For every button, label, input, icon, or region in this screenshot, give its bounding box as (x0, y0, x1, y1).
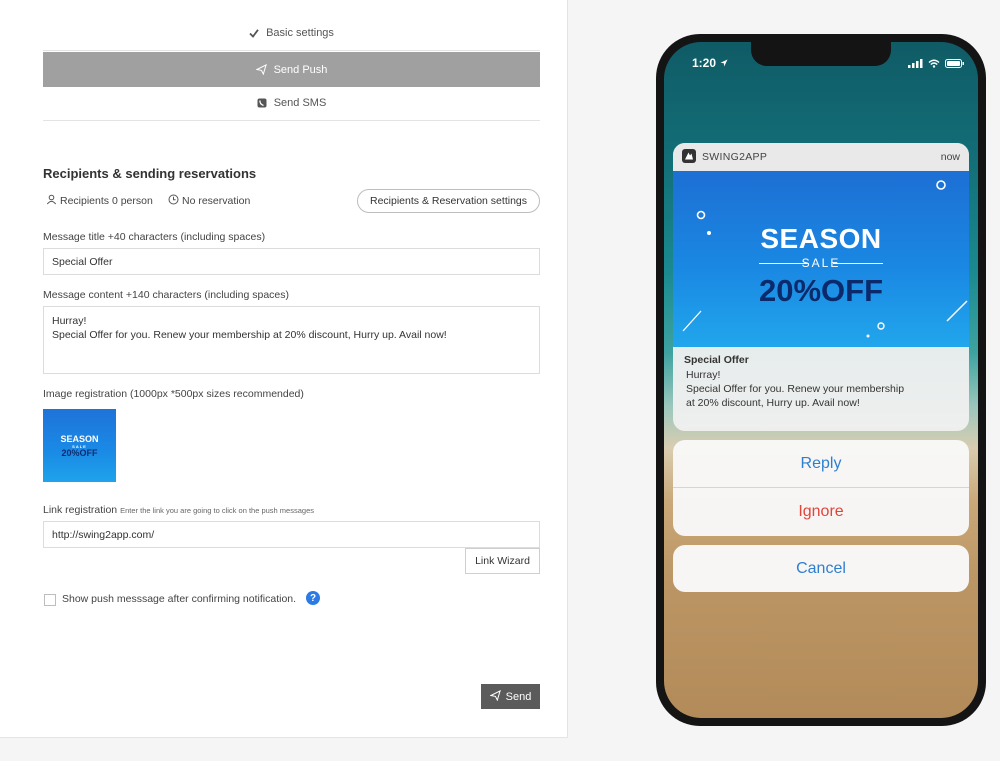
send-button[interactable]: Send (481, 684, 540, 709)
phone-icon (257, 98, 267, 108)
ignore-button[interactable]: Ignore (673, 488, 969, 536)
cancel-button[interactable]: Cancel (673, 545, 969, 592)
thumb-text-season: SEASON (60, 434, 99, 444)
thumb-text-discount: 20%OFF (61, 448, 98, 458)
battery-icon (945, 57, 965, 71)
notification-header: SWING2APP now (673, 143, 969, 171)
signal-icon (908, 57, 923, 71)
tab-send-sms[interactable]: Send SMS (43, 86, 540, 121)
paper-plane-icon (255, 64, 267, 75)
notification-image: SEASON SALE 20%OFF (673, 171, 969, 347)
message-content-textarea[interactable]: Hurray! Special Offer for you. Renew you… (43, 306, 540, 374)
reservation-status: No reservation (168, 194, 250, 208)
reply-button[interactable]: Reply (673, 440, 969, 488)
notification-time: now (940, 151, 960, 163)
location-arrow-icon (720, 56, 728, 70)
tab-label: Send SMS (273, 97, 327, 109)
banner-subtitle: SALE (801, 256, 841, 270)
notification-actions: Reply Ignore (673, 440, 969, 536)
message-title-label: Message title +40 characters (including … (43, 231, 266, 243)
notification-app-name: SWING2APP (702, 151, 768, 163)
checkbox-label: Show push messsage after confirming noti… (62, 593, 297, 605)
link-wizard-button[interactable]: Link Wizard (465, 548, 540, 574)
tab-label: Send Push (273, 63, 328, 76)
section-title: Recipients & sending reservations (43, 166, 257, 181)
tab-basic-settings[interactable]: Basic settings (43, 16, 540, 51)
link-value: http://swing2app.com/ (52, 528, 155, 541)
recipients-count: Recipients 0 person (46, 194, 153, 208)
push-notification[interactable]: SWING2APP now SEASON SALE 20%OFF Special… (673, 143, 969, 431)
recipients-reservation-settings-button[interactable]: Recipients & Reservation settings (357, 189, 540, 213)
phone-notch (751, 42, 891, 66)
message-content-line: Special Offer for you. Renew your member… (52, 329, 447, 341)
help-icon[interactable]: ? (306, 591, 320, 605)
notification-body: Special Offer Hurray! Special Offer for … (673, 347, 969, 416)
link-hint: Enter the link you are going to click on… (120, 506, 314, 515)
status-icons (908, 57, 965, 71)
message-title-value: Special Offer (52, 255, 113, 268)
message-content-label: Message content +140 characters (includi… (43, 289, 290, 301)
notification-line: Hurray! (686, 369, 721, 381)
wifi-icon (928, 57, 940, 71)
tab-label: Basic settings (266, 27, 334, 39)
tab-send-push[interactable]: Send Push (43, 52, 540, 87)
phone-screen: 1:20 SWING2APP now SEASON SALE 20%OFF Sp… (664, 42, 978, 718)
phone-mockup: 1:20 SWING2APP now SEASON SALE 20%OFF Sp… (656, 34, 986, 726)
status-time: 1:20 (692, 56, 728, 70)
notification-line: Special Offer for you. Renew your member… (686, 383, 905, 395)
push-settings-panel: Basic settings Send Push Send SMS Recipi… (0, 0, 568, 738)
banner-discount: 20%OFF (758, 273, 884, 308)
check-icon (249, 28, 259, 38)
image-registration-label: Image registration (1000px *500px sizes … (43, 388, 304, 400)
person-icon (46, 194, 57, 208)
message-content-line: Hurray! (52, 315, 87, 327)
notification-title: Special Offer (684, 354, 749, 366)
notification-line: at 20% discount, Hurry up. Avail now! (686, 397, 860, 409)
paper-plane-icon (489, 689, 501, 704)
banner-title: SEASON (760, 223, 882, 254)
show-after-confirm-checkbox[interactable] (44, 594, 56, 606)
link-input[interactable]: http://swing2app.com/ (43, 521, 540, 548)
send-label: Send (505, 690, 532, 703)
image-thumbnail[interactable]: SEASON SALE 20%OFF (43, 409, 116, 482)
app-logo-icon (682, 148, 696, 166)
link-registration-label: Link registration Enter the link you are … (43, 504, 314, 516)
message-title-input[interactable]: Special Offer (43, 248, 540, 275)
clock-icon (168, 194, 179, 208)
